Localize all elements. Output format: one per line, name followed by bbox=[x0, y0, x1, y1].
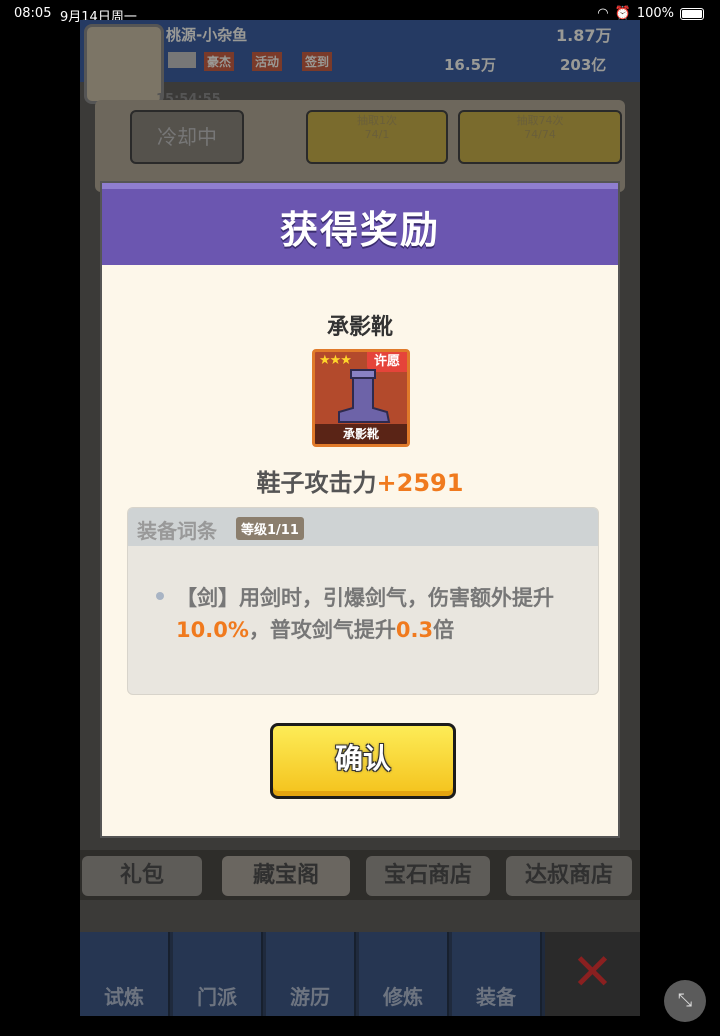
status-right: ◠ ⏰ 100% bbox=[597, 6, 704, 21]
item-stat: 鞋子攻击力+2591 bbox=[102, 463, 618, 498]
nav-equipment[interactable]: 装备 bbox=[452, 932, 542, 1016]
wifi-icon: ◠ bbox=[597, 6, 609, 21]
gem-count: 1.87万 bbox=[556, 26, 612, 45]
player-name: 桃源-小杂鱼 bbox=[166, 26, 248, 44]
menu-activity[interactable]: 活动 bbox=[252, 52, 283, 71]
menu-hero[interactable]: 豪杰 bbox=[204, 52, 235, 71]
nav-cultivate[interactable]: 修炼 bbox=[359, 932, 449, 1016]
affix-multiplier: 0.3 bbox=[395, 618, 434, 642]
affix-panel: 装备词条 等级1/11 【剑】用剑时，引爆剑气，伤害额外提升10.0%，普攻剑气… bbox=[127, 507, 599, 695]
battery-percent: 100% bbox=[636, 6, 674, 21]
tab-gift[interactable]: 礼包 bbox=[82, 856, 202, 896]
draw-once-button[interactable]: 抽取1次 74/1 bbox=[306, 110, 448, 164]
draw-once-label: 抽取1次 bbox=[357, 114, 397, 127]
tab-treasure[interactable]: 藏宝阁 bbox=[222, 856, 350, 896]
nav-trial[interactable]: 试炼 bbox=[80, 932, 170, 1016]
draw-74-label: 抽取74次 bbox=[516, 114, 564, 127]
gold-count: 203亿 bbox=[560, 56, 607, 74]
red-currency-count: 16.5万 bbox=[444, 56, 497, 74]
nav-travel[interactable]: 游历 bbox=[266, 932, 356, 1016]
confirm-button[interactable]: 确认 bbox=[270, 723, 456, 799]
draw-74-button[interactable]: 抽取74次 74/74 bbox=[458, 110, 622, 164]
bottom-nav: 试炼 门派 游历 修炼 装备 ✕ bbox=[80, 932, 640, 1016]
dialog-title: 获得奖励 bbox=[279, 208, 440, 252]
item-caption: 承影靴 bbox=[315, 424, 407, 444]
reward-dialog: 获得奖励 承影靴 ★★★ 许愿 承影靴 鞋子攻击力+2591 装备词条 等级1/… bbox=[102, 183, 618, 836]
tab-gem-shop[interactable]: 宝石商店 bbox=[366, 856, 490, 896]
affix-label: 装备词条 bbox=[137, 519, 217, 543]
shop-tabs: 礼包 藏宝阁 宝石商店 达叔商店 bbox=[80, 850, 640, 900]
draw-74-count: 74/74 bbox=[524, 128, 556, 141]
stat-value: +2591 bbox=[376, 469, 464, 497]
collapse-icon[interactable]: ⤡ bbox=[664, 980, 706, 1022]
cooldown-button[interactable]: 冷却中 bbox=[130, 110, 244, 164]
avatar[interactable] bbox=[84, 24, 164, 104]
item-name: 承影靴 bbox=[326, 315, 393, 340]
stat-name: 鞋子攻击力 bbox=[256, 469, 377, 497]
dialog-header: 获得奖励 bbox=[102, 183, 618, 265]
item-card[interactable]: ★★★ 许愿 承影靴 bbox=[312, 349, 410, 447]
draw-once-count: 74/1 bbox=[364, 128, 390, 141]
affix-header: 装备词条 等级1/11 bbox=[128, 508, 598, 546]
mail-icon[interactable] bbox=[168, 52, 196, 68]
battery-icon bbox=[680, 7, 704, 20]
affix-level: 等级1/11 bbox=[236, 517, 304, 540]
bullet-icon bbox=[156, 592, 164, 600]
status-time: 08:05 bbox=[14, 6, 52, 21]
nav-sect[interactable]: 门派 bbox=[173, 932, 263, 1016]
tab-uncle-shop[interactable]: 达叔商店 bbox=[506, 856, 632, 896]
menu-checkin[interactable]: 签到 bbox=[302, 52, 333, 71]
affix-percent: 10.0% bbox=[176, 618, 249, 642]
alarm-icon: ⏰ bbox=[614, 6, 631, 21]
player-header: 桃源-小杂鱼 豪杰 活动 签到 1.87万 16.5万 203亿 bbox=[80, 20, 640, 104]
affix-description: 【剑】用剑时，引爆剑气，伤害额外提升10.0%，普攻剑气提升0.3倍 bbox=[176, 586, 554, 642]
close-x-icon[interactable]: ✕ bbox=[545, 932, 640, 1016]
